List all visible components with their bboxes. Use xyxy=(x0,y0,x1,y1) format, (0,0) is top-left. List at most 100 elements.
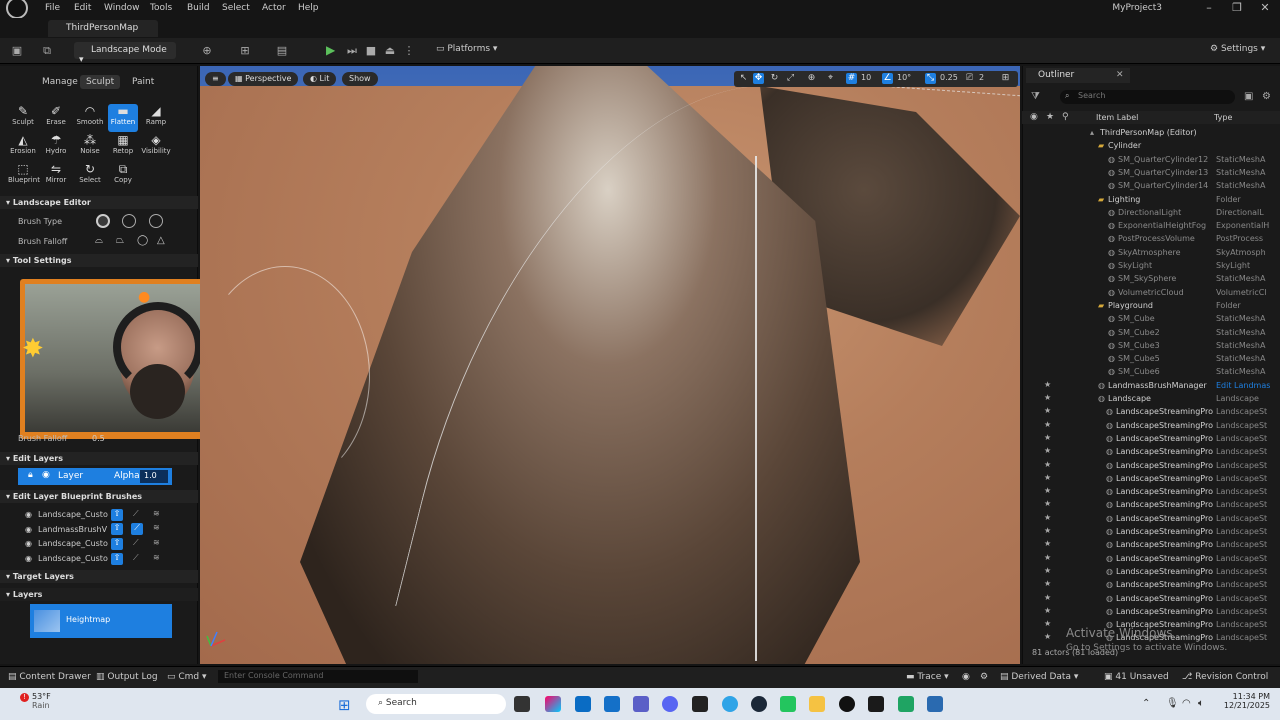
minimize-icon[interactable]: – xyxy=(1202,1,1216,15)
outliner-row[interactable]: ◍ SM_Cube5 StaticMeshA xyxy=(1022,353,1280,366)
tab-third-person-map[interactable]: ThirdPersonMap xyxy=(48,20,158,37)
scale-snap-value[interactable]: 0.25 xyxy=(940,73,958,82)
visibility-column-icon[interactable]: ◉ xyxy=(1030,112,1038,122)
filter-icon[interactable]: ⧩ xyxy=(1031,91,1040,102)
bp-brush-name[interactable]: Landscape_Custo xyxy=(38,539,108,548)
outliner-row[interactable]: ★ ◍ LandscapeStreamingPro LandscapeSt xyxy=(1022,473,1280,486)
falloff-linear-icon[interactable]: ⏢ xyxy=(116,235,124,246)
menu-actor[interactable]: Actor xyxy=(262,3,286,13)
menu-build[interactable]: Build xyxy=(187,3,210,13)
favorite-star-icon[interactable]: ★ xyxy=(1044,606,1051,615)
favorite-star-icon[interactable]: ★ xyxy=(1044,566,1051,575)
microphone-icon[interactable]: 🎙︎ xyxy=(1166,698,1179,709)
outliner-row[interactable]: ◍ SM_SkySphere StaticMeshA xyxy=(1022,273,1280,286)
derived-data-button[interactable]: ▤ Derived Data ▾ xyxy=(1000,672,1078,682)
bp-brush-name[interactable]: LandmassBrushV xyxy=(38,525,107,534)
perspective-button[interactable]: ▦ Perspective xyxy=(228,72,299,86)
outliner-row[interactable]: ★ ◍ LandscapeStreamingPro LandscapeSt xyxy=(1022,420,1280,433)
outliner-row[interactable]: ◍ DirectionalLight DirectionalL xyxy=(1022,207,1280,220)
outliner-row[interactable]: ★ ◍ LandscapeStreamingPro LandscapeSt xyxy=(1022,539,1280,552)
show-button[interactable]: Show xyxy=(342,72,378,86)
favorite-star-icon[interactable]: ★ xyxy=(1044,579,1051,588)
obs-icon[interactable] xyxy=(898,696,914,712)
tool-blueprint[interactable]: ⬚ Blueprint xyxy=(8,162,40,190)
menu-help[interactable]: Help xyxy=(298,3,319,13)
outliner-row[interactable]: ◍ SM_QuarterCylinder14 StaticMeshA xyxy=(1022,180,1280,193)
brush-up-icon[interactable]: ⇧ xyxy=(111,538,123,550)
steam-icon[interactable] xyxy=(751,696,767,712)
weather-widget[interactable]: 53°F Rain xyxy=(18,692,51,710)
app2-icon[interactable] xyxy=(927,696,943,712)
brush-settings-icon[interactable]: ≋ xyxy=(153,538,160,547)
menu-window[interactable]: Window xyxy=(104,3,140,13)
copilot-icon[interactable] xyxy=(545,696,561,712)
favorite-star-icon[interactable]: ★ xyxy=(1044,632,1051,641)
menu-file[interactable]: File xyxy=(45,3,60,13)
outliner-row[interactable]: ★ ◍ LandscapeStreamingPro LandscapeSt xyxy=(1022,406,1280,419)
outliner-row[interactable]: ◍ SM_Cube6 StaticMeshA xyxy=(1022,366,1280,379)
task-view-icon[interactable] xyxy=(514,696,530,712)
add-folder-icon[interactable]: ▣ xyxy=(1244,91,1253,102)
pin-column-icon[interactable]: ⚲ xyxy=(1062,112,1069,122)
favorite-star-icon[interactable]: ★ xyxy=(1044,433,1051,442)
outliner-row[interactable]: ◍ PostProcessVolume PostProcess xyxy=(1022,233,1280,246)
tool-erase[interactable]: ✐ Erase xyxy=(41,104,71,132)
eject-icon[interactable]: ⏏ xyxy=(383,44,397,58)
tab-sculpt[interactable]: Sculpt xyxy=(80,75,121,89)
close-icon[interactable]: ✕ xyxy=(1258,1,1272,15)
outliner-row[interactable]: ◍ SM_Cube2 StaticMeshA xyxy=(1022,327,1280,340)
brush-circle-icon[interactable] xyxy=(96,214,110,228)
unsaved-button[interactable]: ▣ 41 Unsaved xyxy=(1104,672,1169,682)
console-input[interactable]: Enter Console Command xyxy=(218,670,418,683)
add-actor-icon[interactable]: ⊕ xyxy=(200,44,214,58)
tool-smooth[interactable]: ◠ Smooth xyxy=(75,104,105,132)
tool-flatten[interactable]: ▬ Flatten xyxy=(108,104,138,132)
falloff-spherical-icon[interactable]: ◯ xyxy=(137,235,148,246)
eye-icon[interactable]: ◉ xyxy=(25,510,32,519)
trace-button[interactable]: ▬ Trace ▾ xyxy=(906,672,949,682)
maximize-icon[interactable]: ❐ xyxy=(1230,1,1244,15)
teams-icon[interactable] xyxy=(633,696,649,712)
revision-control-button[interactable]: ⎇ Revision Control xyxy=(1182,672,1268,682)
outliner-row[interactable]: ◍ SkyAtmosphere SkyAtmosph xyxy=(1022,247,1280,260)
content-drawer-button[interactable]: ▤ Content Drawer xyxy=(8,672,91,682)
cinematics-icon[interactable]: ▤ xyxy=(275,44,289,58)
outliner-row[interactable]: ◍ ExponentialHeightFog ExponentialH xyxy=(1022,220,1280,233)
favorite-star-icon[interactable]: ★ xyxy=(1044,539,1051,548)
brush-settings-icon[interactable]: ≋ xyxy=(153,553,160,562)
tool-ramp[interactable]: ◢ Ramp xyxy=(141,104,171,132)
favorite-star-icon[interactable]: ★ xyxy=(1044,593,1051,602)
scale-icon[interactable]: ⤢ xyxy=(785,73,796,84)
taskbar-clock[interactable]: 11:34 PM 12/21/2025 xyxy=(1200,692,1270,710)
viewport-layout-icon[interactable]: ⊞ xyxy=(1000,73,1011,84)
step-icon[interactable]: ⏭ xyxy=(345,44,359,58)
terminal-icon[interactable] xyxy=(692,696,708,712)
bp-brush-name[interactable]: Landscape_Custo xyxy=(38,554,108,563)
outliner-row[interactable]: ◍ SM_Cube3 StaticMeshA xyxy=(1022,340,1280,353)
brush-edit-icon[interactable]: ⟋ xyxy=(133,553,139,563)
menu-select[interactable]: Select xyxy=(222,3,250,13)
brush-pattern-icon[interactable] xyxy=(149,214,163,228)
favorite-star-icon[interactable]: ★ xyxy=(1044,619,1051,628)
rotation-snap-value[interactable]: 10° xyxy=(897,73,911,82)
outliner-row[interactable]: ▰ Cylinder xyxy=(1022,140,1280,153)
outliner-row[interactable]: ▴ ThirdPersonMap (Editor) xyxy=(1022,127,1280,140)
rotation-snap-icon[interactable]: ∠ xyxy=(882,73,893,84)
brush-settings-icon[interactable]: ≋ xyxy=(153,523,160,532)
tool-retop[interactable]: ▦ Retop xyxy=(108,133,138,161)
section-tool-settings[interactable]: ▾ Tool Settings xyxy=(0,254,198,267)
section-edit-layers[interactable]: ▾ Edit Layers xyxy=(0,452,198,465)
menu-edit[interactable]: Edit xyxy=(74,3,91,13)
outliner-row[interactable]: ★ ◍ LandscapeStreamingPro LandscapeSt xyxy=(1022,526,1280,539)
eye-icon[interactable]: ◉ xyxy=(25,539,32,548)
translate-icon[interactable]: ✥ xyxy=(753,73,764,84)
outliner-row[interactable]: ◍ SM_Cube StaticMeshA xyxy=(1022,313,1280,326)
taskbar-search[interactable]: ⌕ Search xyxy=(366,694,506,714)
outliner-row[interactable]: ◍ VolumetricCloud VolumetricCl xyxy=(1022,287,1280,300)
favorite-star-icon[interactable]: ★ xyxy=(1044,553,1051,562)
outliner-row[interactable]: ▰ Playground Folder xyxy=(1022,300,1280,313)
outliner-tab[interactable]: Outliner ✕ xyxy=(1026,68,1130,83)
brush-up-icon[interactable]: ⇧ xyxy=(111,523,123,535)
heightmap-layer[interactable]: Heightmap xyxy=(30,604,172,638)
tool-mirror[interactable]: ⇋ Mirror xyxy=(41,162,71,190)
